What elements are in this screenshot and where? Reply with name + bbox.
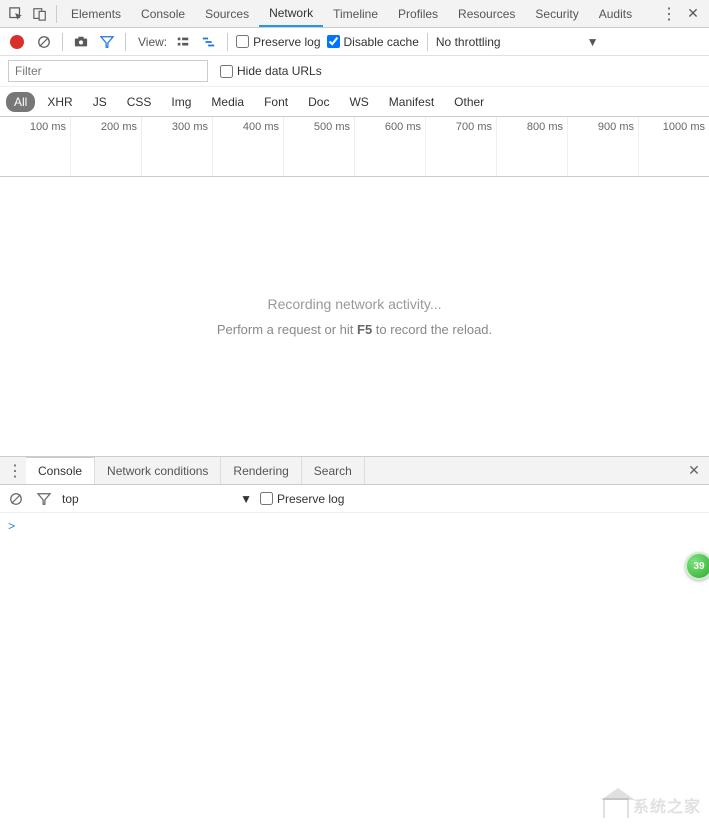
console-toolbar: top ▼ Preserve log [0, 485, 709, 513]
type-ws[interactable]: WS [341, 92, 376, 112]
clear-icon[interactable] [34, 32, 54, 52]
console-body[interactable]: > [0, 513, 709, 540]
tick: 800 ms [497, 117, 568, 176]
network-toolbar: View: Preserve log Disable cache No thro… [0, 28, 709, 56]
filter-bar: Hide data URLs [0, 56, 709, 87]
type-other[interactable]: Other [446, 92, 492, 112]
device-toggle-icon[interactable] [28, 2, 52, 26]
throttling-select[interactable]: No throttling [436, 35, 501, 49]
tab-audits[interactable]: Audits [589, 0, 642, 27]
tick: 700 ms [426, 117, 497, 176]
type-img[interactable]: Img [163, 92, 199, 112]
preserve-log-label: Preserve log [253, 35, 320, 49]
console-preserve-log-label: Preserve log [277, 492, 344, 506]
drawer-more-icon[interactable]: ⋮ [4, 460, 26, 482]
watermark: 系统之家 [603, 793, 701, 818]
tab-sources[interactable]: Sources [195, 0, 259, 27]
capture-screenshots-icon[interactable] [71, 32, 91, 52]
type-js[interactable]: JS [85, 92, 115, 112]
separator [427, 33, 428, 51]
tab-console[interactable]: Console [131, 0, 195, 27]
view-label: View: [138, 35, 167, 49]
console-preserve-log-checkbox[interactable]: Preserve log [260, 492, 344, 506]
resource-type-bar: All XHR JS CSS Img Media Font Doc WS Man… [0, 87, 709, 117]
disable-cache-label: Disable cache [344, 35, 419, 49]
type-media[interactable]: Media [203, 92, 252, 112]
tick: 500 ms [284, 117, 355, 176]
tab-network[interactable]: Network [259, 0, 323, 27]
separator [62, 33, 63, 51]
console-filter-icon[interactable] [34, 489, 54, 509]
drawer-close-icon[interactable]: ✕ [683, 462, 705, 479]
disable-cache-checkbox[interactable]: Disable cache [327, 35, 419, 49]
type-all[interactable]: All [6, 92, 35, 112]
tab-profiles[interactable]: Profiles [388, 0, 448, 27]
filter-toggle-icon[interactable] [97, 32, 117, 52]
tab-timeline[interactable]: Timeline [323, 0, 388, 27]
separator [227, 33, 228, 51]
type-manifest[interactable]: Manifest [381, 92, 442, 112]
tab-resources[interactable]: Resources [448, 0, 525, 27]
tick: 200 ms [71, 117, 142, 176]
filter-input[interactable] [8, 60, 208, 82]
tick: 600 ms [355, 117, 426, 176]
clear-console-icon[interactable] [6, 489, 26, 509]
tick: 300 ms [142, 117, 213, 176]
drawer-tab-console[interactable]: Console [26, 457, 95, 484]
type-font[interactable]: Font [256, 92, 296, 112]
tick: 400 ms [213, 117, 284, 176]
empty-line1: Recording network activity... [267, 296, 441, 312]
separator [125, 33, 126, 51]
preserve-log-checkbox[interactable]: Preserve log [236, 35, 320, 49]
hide-data-urls-checkbox[interactable]: Hide data URLs [220, 64, 322, 78]
timeline-ruler[interactable]: 100 ms 200 ms 300 ms 400 ms 500 ms 600 m… [0, 117, 709, 177]
drawer-tab-network-conditions[interactable]: Network conditions [95, 457, 221, 484]
hide-data-urls-label: Hide data URLs [237, 64, 322, 78]
empty-line2: Perform a request or hit F5 to record th… [217, 322, 492, 337]
record-button[interactable] [10, 35, 24, 49]
view-waterfall-icon[interactable] [199, 32, 219, 52]
chevron-down-icon: ▼ [240, 492, 252, 506]
type-xhr[interactable]: XHR [39, 92, 80, 112]
close-devtools-icon[interactable]: ✕ [681, 2, 705, 26]
empty-line2-post: to record the reload. [372, 322, 492, 337]
type-doc[interactable]: Doc [300, 92, 337, 112]
console-prompt: > [8, 520, 15, 534]
inspect-icon[interactable] [4, 2, 28, 26]
notification-badge[interactable]: 39 [685, 552, 709, 580]
drawer-tab-search[interactable]: Search [302, 457, 365, 484]
drawer-tab-rendering[interactable]: Rendering [221, 457, 301, 484]
empty-line2-pre: Perform a request or hit [217, 322, 357, 337]
view-large-icon[interactable] [173, 32, 193, 52]
drawer-tabbar: ⋮ Console Network conditions Rendering S… [0, 457, 709, 485]
empty-line2-key: F5 [357, 322, 372, 337]
devtools-tabbar: Elements Console Sources Network Timelin… [0, 0, 709, 28]
network-empty-state: Recording network activity... Perform a … [0, 177, 709, 457]
separator [56, 5, 57, 23]
main-tabs: Elements Console Sources Network Timelin… [61, 0, 642, 27]
tab-elements[interactable]: Elements [61, 0, 131, 27]
watermark-text: 系统之家 [633, 799, 701, 816]
type-css[interactable]: CSS [119, 92, 160, 112]
context-selector[interactable]: top ▼ [62, 492, 252, 506]
tick: 100 ms [0, 117, 71, 176]
tab-security[interactable]: Security [525, 0, 588, 27]
tick: 1000 ms [639, 117, 709, 176]
more-icon[interactable]: ⋮ [657, 2, 681, 26]
throttling-dropdown-icon[interactable]: ▼ [587, 35, 599, 49]
context-label: top [62, 492, 79, 506]
tick: 900 ms [568, 117, 639, 176]
